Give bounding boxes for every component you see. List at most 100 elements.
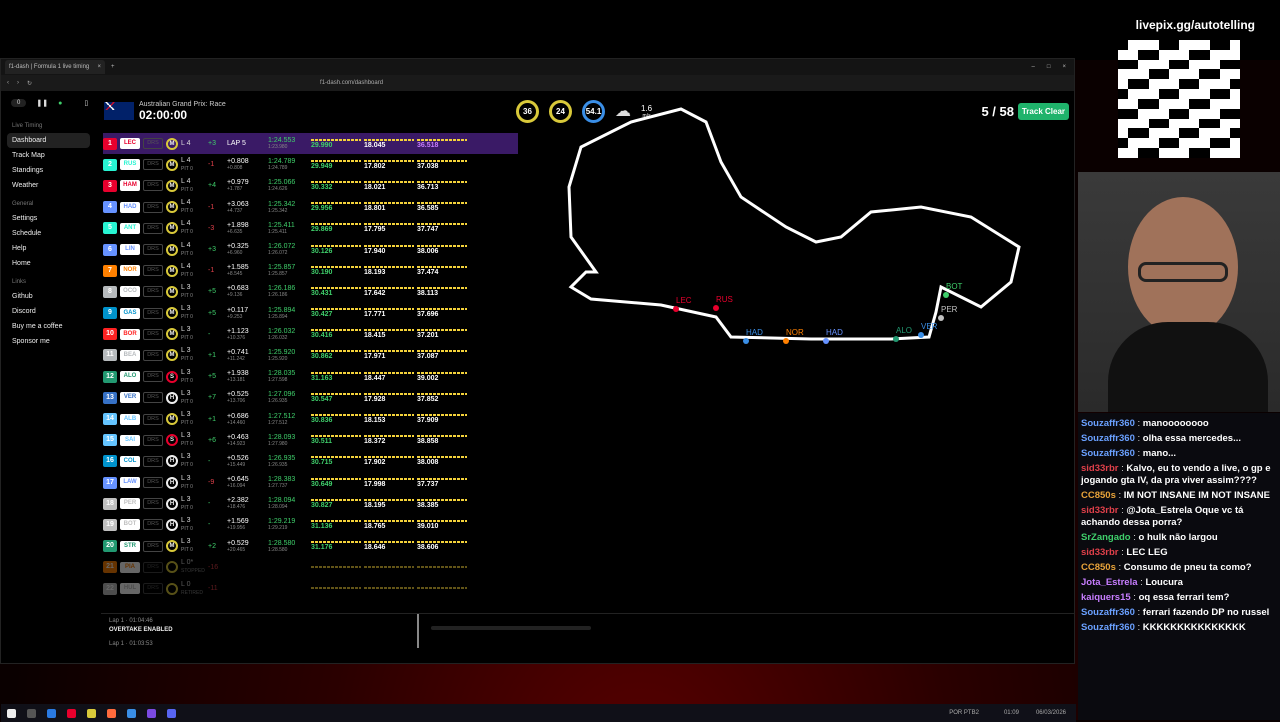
sidebar-item-settings[interactable]: Settings xyxy=(1,211,96,226)
driver-row[interactable]: 20 STR DRS M L 3PIT 0 +2 +0.529+20.465 1… xyxy=(103,536,518,557)
driver-row[interactable]: 7 NOR DRS M L 4PIT 0 -1 +1.585+8.545 1:2… xyxy=(103,260,518,281)
gap-value: +0.741 xyxy=(227,349,265,356)
sidebar-toggle-icon[interactable]: ▯ xyxy=(84,99,88,107)
driver-row[interactable]: 9 GAS DRS M L 3PIT 0 +5 +0.117+9.253 1:2… xyxy=(103,303,518,324)
driver-row[interactable]: 19 BOT DRS H L 3PIT 0 - +1.569+19.956 1:… xyxy=(103,514,518,535)
driver-row[interactable]: 1 LEC DRS M L 4 +3 LAP 5 1:24.5531:23.98… xyxy=(103,133,518,154)
driver-row[interactable]: 16 COL DRS H L 3PIT 0 - +0.526+15.449 1:… xyxy=(103,451,518,472)
explorer-icon[interactable] xyxy=(87,709,96,718)
sidebar-item-dashboard[interactable]: Dashboard xyxy=(7,133,90,148)
sidebar-item-sponsor-me[interactable]: Sponsor me xyxy=(1,334,96,349)
stint-info: L 3PIT 0 xyxy=(181,475,205,491)
qr-module xyxy=(1159,128,1169,138)
chat-username: Souzaffr360 xyxy=(1081,433,1135,444)
driver-row[interactable]: 3 HAM DRS M L 4PIT 0 +4 +0.979+1.787 1:2… xyxy=(103,175,518,196)
sidebar-item-discord[interactable]: Discord xyxy=(1,304,96,319)
qr-module xyxy=(1220,79,1230,89)
sector-1: 30.649 xyxy=(311,478,361,488)
best-lap: 1:26.935 xyxy=(268,398,308,404)
new-tab-icon[interactable]: + xyxy=(111,64,115,70)
driver-row[interactable]: 18 PER DRS H L 3PIT 0 - +2.382+18.476 1:… xyxy=(103,493,518,514)
drs-indicator: DRS xyxy=(143,159,163,170)
sector-3: 38.006 xyxy=(417,245,467,255)
driver-row[interactable]: 4 HAD DRS M L 4PIT 0 -1 +3.063+4.737 1:2… xyxy=(103,197,518,218)
qr-module xyxy=(1169,148,1179,158)
sector-1: 30.427 xyxy=(311,308,361,318)
sector-1: 29.956 xyxy=(311,202,361,212)
reload-icon[interactable]: ↻ xyxy=(27,80,32,87)
minimize-icon[interactable]: – xyxy=(1032,64,1035,70)
team-radio-player[interactable] xyxy=(431,626,591,630)
driver-row[interactable]: 14 ALB DRS M L 3PIT 0 +1 +0.686+14.460 1… xyxy=(103,408,518,429)
sector-1 xyxy=(311,566,361,569)
qr-module xyxy=(1159,60,1169,70)
driver-row[interactable]: 5 ANT DRS M L 4PIT 0 -3 +1.898+6.635 1:2… xyxy=(103,218,518,239)
driver-row[interactable]: 15 SAI DRS S L 3PIT 0 +6 +0.463+14.923 1… xyxy=(103,430,518,451)
sector-2: 18.195 xyxy=(364,499,414,509)
last-lap: 1:25.342 xyxy=(268,201,308,208)
url-field[interactable]: f1-dash.com/dashboard xyxy=(320,80,383,86)
sidebar-item-weather[interactable]: Weather xyxy=(1,178,96,193)
chat-text: IM NOT INSANE IM NOT INSANE xyxy=(1124,490,1270,501)
gap: +0.117+9.253 xyxy=(227,307,265,320)
qr-module xyxy=(1199,99,1209,109)
back-icon[interactable]: ‹ xyxy=(7,80,9,86)
sidebar-item-schedule[interactable]: Schedule xyxy=(1,226,96,241)
start-icon[interactable] xyxy=(7,709,16,718)
sidebar-item-standings[interactable]: Standings xyxy=(1,163,96,178)
driver-row[interactable]: 13 VER DRS H L 3PIT 0 +7 +0.525+13.706 1… xyxy=(103,387,518,408)
driver-row[interactable]: 22 HUL DRS L 0RETIRED -11 xyxy=(103,578,518,599)
sidebar-section-title: Links xyxy=(1,275,96,289)
gap: +1.569+19.956 xyxy=(227,518,265,531)
position-change: - xyxy=(208,331,224,338)
qr-module xyxy=(1169,138,1179,148)
close-icon[interactable]: × xyxy=(97,64,101,70)
date: 06/03/2026 xyxy=(1036,710,1076,716)
sidebar-item-buy-me-a-coffee[interactable]: Buy me a coffee xyxy=(1,319,96,334)
maximize-icon[interactable]: □ xyxy=(1047,64,1051,70)
sector-2: 18.045 xyxy=(364,139,414,149)
driver-row[interactable]: 8 OCO DRS M L 3PIT 0 +5 +0.683+9.136 1:2… xyxy=(103,281,518,302)
discord-icon[interactable] xyxy=(167,709,176,718)
qr-module xyxy=(1128,60,1138,70)
window-close-icon[interactable]: × xyxy=(1062,64,1066,70)
chat-text: mano... xyxy=(1143,448,1176,459)
driver-row[interactable]: 2 RUS DRS M L 4PIT 0 -1 +0.808+0.808 1:2… xyxy=(103,154,518,175)
browser-tab[interactable]: f1-dash | Formula 1 live timing× xyxy=(5,60,105,74)
gap-value: +0.529 xyxy=(227,540,265,547)
chrome-icon[interactable] xyxy=(67,709,76,718)
driver-row[interactable]: 12 ALO DRS S L 3PIT 0 +5 +1.938+13.181 1… xyxy=(103,366,518,387)
sidebar-item-github[interactable]: Github xyxy=(1,289,96,304)
forward-icon[interactable]: › xyxy=(17,80,19,86)
driver-row[interactable]: 17 LAW DRS H L 3PIT 0 -9 +0.645+16.094 1… xyxy=(103,472,518,493)
premiere-icon[interactable] xyxy=(147,709,156,718)
photoshop-icon[interactable] xyxy=(127,709,136,718)
search-icon[interactable] xyxy=(27,709,36,718)
driver-row[interactable]: 10 BOR DRS M L 3PIT 0 - +1.123+10.376 1:… xyxy=(103,324,518,345)
pause-icon[interactable]: ❚❚ xyxy=(36,99,48,107)
tyre-icon: M xyxy=(166,328,178,340)
lap-times: 1:26.0721:26.072 xyxy=(268,243,308,256)
gap: +0.683+9.136 xyxy=(227,285,265,298)
lap-times: 1:26.9351:26.935 xyxy=(268,455,308,468)
driver-row[interactable]: 21 PIA DRS L 0*STOPPED -16 xyxy=(103,557,518,578)
pit-count: PIT 0 xyxy=(181,292,205,300)
driver-row[interactable]: 6 LIN DRS M L 4PIT 0 +3 +0.325+6.960 1:2… xyxy=(103,239,518,260)
sidebar-item-home[interactable]: Home xyxy=(1,256,96,271)
chat-message: kaiquers15 : oq essa ferrari tem? xyxy=(1081,592,1277,604)
brave-icon[interactable] xyxy=(107,709,116,718)
chat-message: Souzaffr360 : olha essa mercedes... xyxy=(1081,433,1277,445)
counter-badge: 0 xyxy=(11,99,26,107)
edge-icon[interactable] xyxy=(47,709,56,718)
scrollbar[interactable] xyxy=(417,614,419,648)
sectors: 31.13618.76539.010 xyxy=(311,520,467,530)
qr-module xyxy=(1179,40,1189,50)
qr-module xyxy=(1199,89,1209,99)
pit-count: PIT 0 xyxy=(181,334,205,342)
sidebar-item-track-map[interactable]: Track Map xyxy=(1,148,96,163)
sidebar-item-help[interactable]: Help xyxy=(1,241,96,256)
sectors: 30.33218.02136.713 xyxy=(311,181,467,191)
car-dot xyxy=(743,338,749,344)
driver-row[interactable]: 11 BEA DRS M L 3PIT 0 +1 +0.741+11.242 1… xyxy=(103,345,518,366)
lap-times: 1:27.0961:26.935 xyxy=(268,391,308,404)
